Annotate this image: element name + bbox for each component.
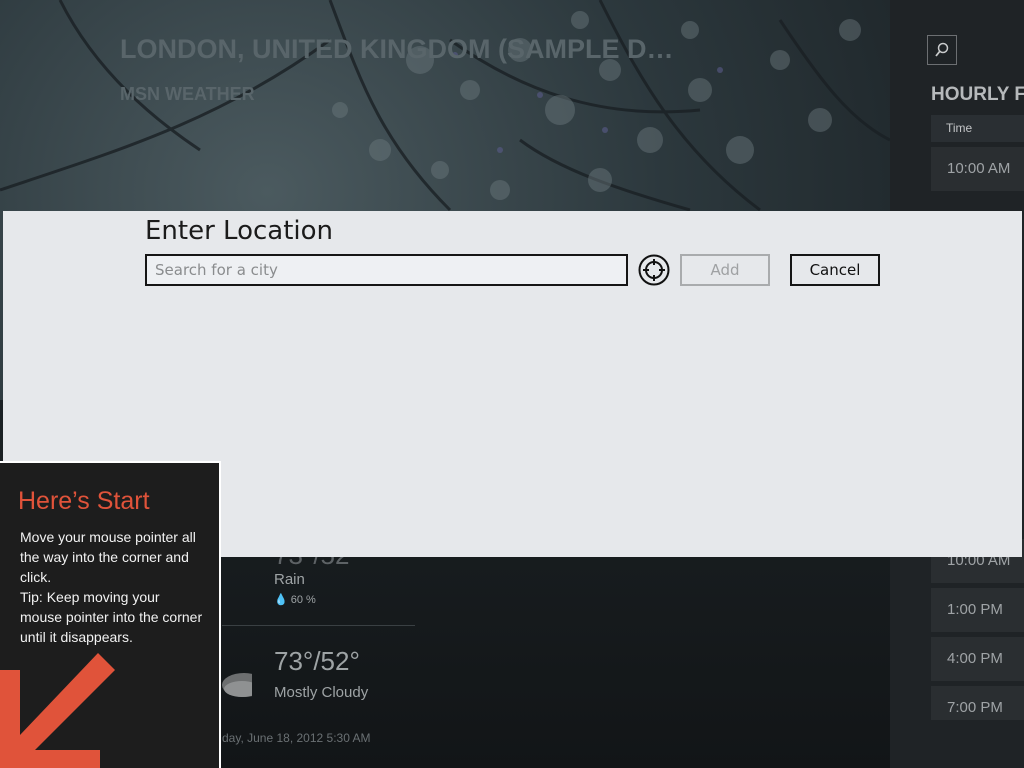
droplet-icon: 💧 [274,594,288,606]
forecast-divider [222,625,415,626]
add-button[interactable]: Add [680,254,770,286]
start-tip-panel: Here’s Start Move your mouse pointer all… [0,461,221,768]
tip-body: Move your mouse pointer all the way into… [20,527,205,647]
tip-instruction: Move your mouse pointer all the way into… [20,529,196,585]
crosshair-icon [638,254,670,286]
hourly-row: 1:00 PM [931,588,1024,632]
precip-value: 60 % [290,594,316,606]
hourly-row: 10:00 AM [931,147,1024,191]
current-location-button[interactable] [638,254,670,286]
dialog-title: Enter Location [145,216,334,246]
search-icon [935,42,949,57]
app-name: MSN WEATHER [120,84,255,104]
forecast-precip: 💧 60 % [274,593,316,606]
city-search-input[interactable] [145,254,628,286]
cancel-button[interactable]: Cancel [790,254,880,286]
hourly-column-header: Time [931,115,1024,142]
arrow-down-left-icon [0,653,115,768]
hourly-title: HOURLY FORECAST [931,84,1024,105]
tip-title: Here’s Start [18,487,150,515]
tip-hint: Tip: Keep moving your mouse pointer into… [20,589,203,645]
weather-icon-cloudy [222,655,266,699]
last-updated: day, June 18, 2012 5:30 AM [222,731,371,745]
city-title: LONDON, UNITED KINGDOM (SAMPLE D… [120,34,674,64]
forecast-temp: 73°/52° [274,646,360,676]
forecast-condition: Rain [274,571,305,588]
hourly-row: 4:00 PM [931,637,1024,681]
hourly-row: 7:00 PM [931,686,1024,720]
search-button[interactable] [927,35,957,65]
forecast-condition: Mostly Cloudy [274,684,369,701]
